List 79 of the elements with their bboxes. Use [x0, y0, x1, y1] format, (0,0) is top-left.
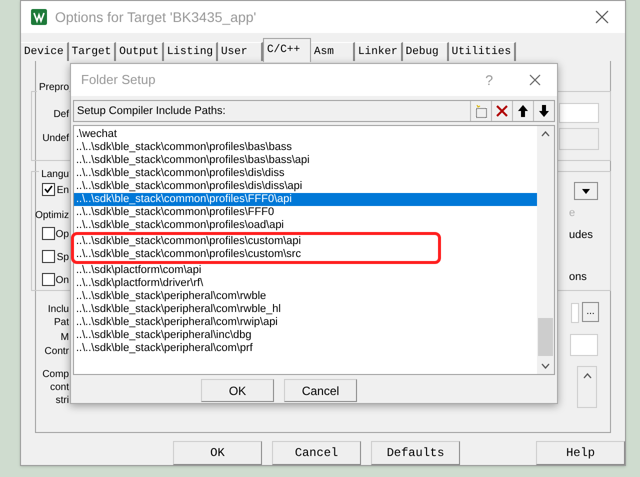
include-paths-field[interactable] — [571, 303, 579, 323]
app-logo-icon — [31, 9, 47, 25]
new-folder-icon — [474, 104, 488, 118]
close-icon[interactable] — [595, 10, 609, 24]
list-heading: Setup Compiler Include Paths: — [77, 104, 227, 119]
field-label: Def — [53, 108, 69, 122]
checkbox-label: En — [56, 184, 69, 198]
field-label: Contr — [44, 345, 69, 359]
tab[interactable]: C/C++ — [263, 38, 312, 62]
dialog-button[interactable]: Cancel — [284, 379, 357, 402]
option-label: e — [569, 206, 576, 221]
checkbox[interactable] — [42, 250, 55, 263]
checkbox[interactable] — [42, 273, 55, 286]
dialog-button[interactable]: OK — [173, 441, 262, 465]
field-label: stri — [56, 394, 69, 408]
path-item[interactable]: ..\..\sdk\ble_stack\peripheral\inc\dbg — [74, 329, 537, 342]
option-label: ons — [569, 270, 587, 285]
browse-button[interactable]: ... — [582, 302, 599, 322]
tab[interactable]: Asm — [311, 42, 356, 61]
path-item[interactable]: ..\..\sdk\ble_stack\common\profiles\custom\src — [74, 248, 301, 261]
path-item[interactable]: ..\..\sdk\ble_stack\common\profiles\FFF0\api — [74, 193, 537, 206]
undefine-field[interactable] — [559, 128, 599, 150]
checkbox[interactable] — [42, 183, 55, 196]
tab[interactable]: Listing — [164, 42, 218, 61]
field-label: Inclu — [48, 303, 69, 317]
misc-controls-field[interactable] — [570, 334, 598, 356]
path-item[interactable]: ..\..\sdk\plactform\driver\rf\ — [74, 277, 537, 290]
scroll-thumb[interactable] — [538, 318, 553, 356]
checkbox[interactable] — [42, 227, 55, 240]
path-item[interactable]: ..\..\sdk\ble_stack\peripheral\com\rwip\api — [74, 316, 537, 329]
dropdown-button[interactable] — [574, 182, 598, 200]
scroll-up-icon[interactable] — [583, 373, 592, 379]
path-item[interactable]: ..\..\sdk\ble_stack\common\profiles\custom\api — [74, 235, 301, 248]
dialog-button[interactable]: Defaults — [371, 441, 460, 465]
delete-icon — [496, 105, 508, 117]
dialog-button[interactable]: Cancel — [272, 441, 361, 465]
tab[interactable]: Target — [68, 42, 116, 61]
field-label: cont — [50, 381, 69, 395]
define-field[interactable] — [559, 103, 599, 123]
tab[interactable]: Output — [116, 42, 164, 61]
tab[interactable]: User — [218, 42, 264, 61]
checkbox-label: Sp — [56, 251, 69, 265]
tab[interactable]: Linker — [355, 42, 403, 61]
field-label: Comp — [42, 368, 69, 382]
field-label: M — [60, 331, 69, 345]
dialog-button[interactable]: OK — [201, 379, 274, 402]
text-scrollbar[interactable] — [577, 366, 597, 408]
checkbox-label: On — [56, 274, 69, 288]
path-item[interactable]: ..\..\sdk\ble_stack\common\profiles\bas\bass — [74, 141, 537, 154]
path-item[interactable]: ..\..\sdk\ble_stack\common\profiles\dis\diss — [74, 167, 537, 180]
window-title: Options for Target 'BK3435_app' — [55, 8, 258, 27]
arrow-down-icon — [539, 105, 549, 117]
dialog-button[interactable]: Help — [536, 441, 625, 465]
group-label: Prepro — [36, 80, 69, 95]
tab[interactable]: Debug — [402, 42, 449, 61]
tab[interactable]: Utilities — [448, 42, 516, 61]
field-label: Pat — [54, 316, 69, 330]
tab[interactable]: Device — [21, 42, 69, 61]
scroll-down-icon[interactable] — [541, 363, 550, 369]
path-item[interactable]: ..\..\sdk\ble_stack\common\profiles\bas\bass\api — [74, 154, 537, 167]
path-item[interactable]: .\wechat — [74, 128, 537, 141]
path-item[interactable]: ..\..\sdk\ble_stack\peripheral\com\rwble_hl — [74, 303, 537, 316]
group-label: Langu — [39, 167, 69, 182]
field-label: Undef — [42, 132, 69, 146]
path-item[interactable]: ..\..\sdk\ble_stack\common\profiles\FFF0 — [74, 206, 537, 219]
caret-icon — [582, 188, 590, 194]
path-item[interactable]: ..\..\sdk\ble_stack\peripheral\com\rwble — [74, 290, 537, 303]
path-item[interactable]: ..\..\sdk\plactform\com\api — [74, 264, 537, 277]
dialog-title: Folder Setup — [81, 71, 156, 90]
path-item[interactable]: ..\..\sdk\ble_stack\peripheral\com\prf — [74, 342, 537, 355]
close-icon[interactable] — [529, 74, 541, 86]
path-item[interactable]: ..\..\sdk\ble_stack\common\profiles\dis\diss\api — [74, 180, 537, 193]
field-label: Optimiz — [35, 209, 69, 223]
arrow-up-icon — [518, 105, 528, 117]
path-item[interactable]: ..\..\sdk\ble_stack\common\profiles\oad\api — [74, 219, 537, 232]
option-label: udes — [569, 228, 593, 243]
scroll-up-icon[interactable] — [541, 131, 550, 137]
checkbox-label: Op — [56, 228, 69, 242]
scrollbar[interactable] — [537, 126, 554, 374]
